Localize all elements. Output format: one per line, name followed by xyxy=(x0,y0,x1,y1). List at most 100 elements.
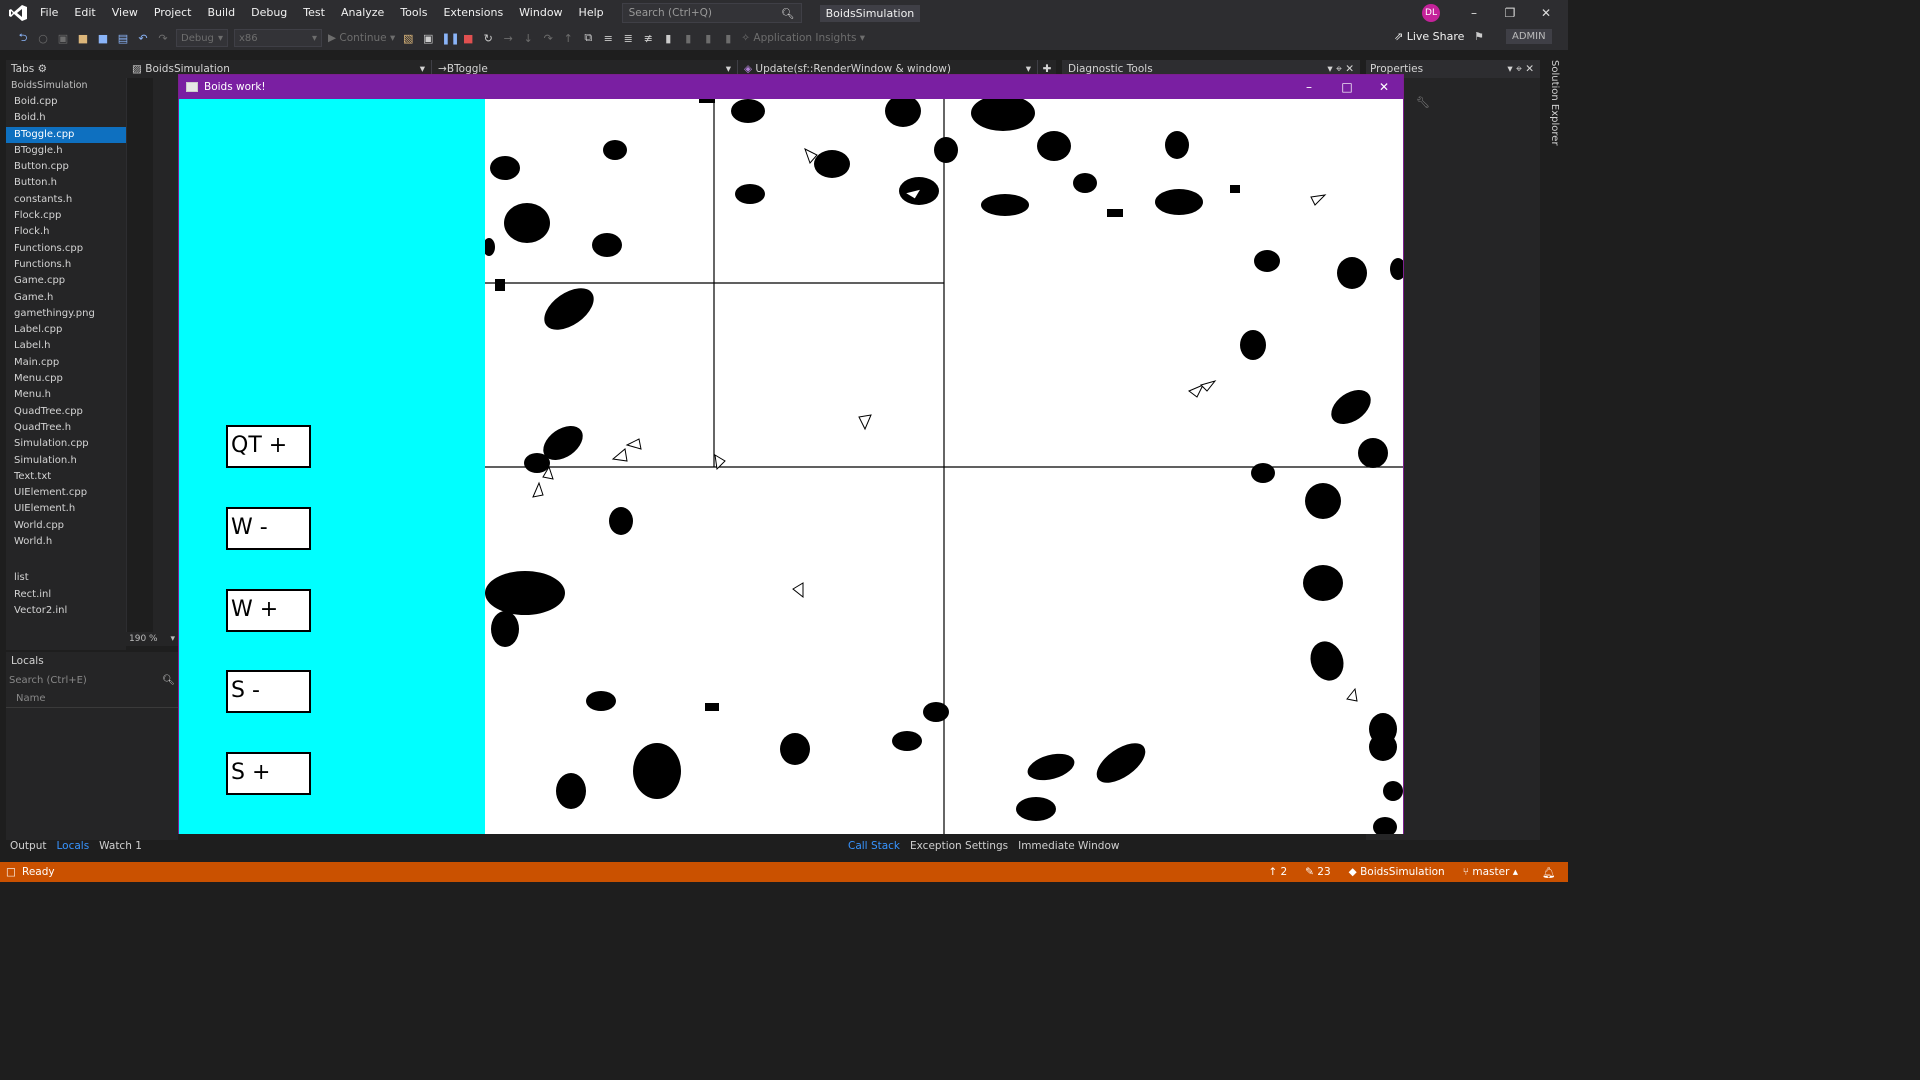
prev-bookmark-icon[interactable]: ▮ xyxy=(681,32,695,45)
file-item[interactable]: Flock.h xyxy=(6,224,126,240)
menu-analyze[interactable]: Analyze xyxy=(333,0,392,26)
solution-explorer-tab[interactable]: Solution Explorer xyxy=(1545,60,1563,150)
pause-icon[interactable]: ❚❚ xyxy=(441,32,459,45)
menu-file[interactable]: File xyxy=(32,0,66,26)
maximize-icon[interactable]: □ xyxy=(1329,75,1365,99)
file-item[interactable]: Boid.cpp xyxy=(6,94,126,110)
show-next-statement-icon[interactable]: → xyxy=(501,32,515,45)
menu-debug[interactable]: Debug xyxy=(243,0,295,26)
file-item[interactable]: Main.cpp xyxy=(6,355,126,371)
bottom-tab-output[interactable]: Output xyxy=(10,840,46,856)
uncomment-icon[interactable]: ≢ xyxy=(641,32,655,45)
notification-bell-icon[interactable]: 🔔︎ xyxy=(1542,866,1555,879)
user-avatar[interactable]: DL xyxy=(1422,4,1440,22)
external-file-item[interactable]: Rect.inl xyxy=(6,587,126,603)
redo-icon[interactable]: ↷ xyxy=(156,32,170,45)
step-into-icon[interactable]: ↓ xyxy=(521,32,535,45)
menu-project[interactable]: Project xyxy=(146,0,200,26)
file-item[interactable]: UIElement.h xyxy=(6,501,126,517)
external-file-item[interactable]: Vector2.inl xyxy=(6,603,126,619)
bottom-tab-watch-1[interactable]: Watch 1 xyxy=(99,840,142,856)
new-item-icon[interactable]: ▣ xyxy=(56,32,70,45)
wrench-icon[interactable]: 🔧︎ xyxy=(1416,96,1430,109)
file-item[interactable]: Game.h xyxy=(6,290,126,306)
speed-decrease-button[interactable]: S - xyxy=(226,670,311,713)
quadtree-increase-button[interactable]: QT + xyxy=(226,425,311,468)
file-item[interactable]: Label.h xyxy=(6,338,126,354)
search-input[interactable]: Search (Ctrl+Q) 🔍︎ xyxy=(621,3,802,23)
file-item[interactable]: Boid.h xyxy=(6,110,126,126)
locals-search-input[interactable]: Search (Ctrl+E) 🔍︎ xyxy=(6,672,178,690)
file-item[interactable]: Simulation.h xyxy=(6,453,126,469)
bottom-tab-locals[interactable]: Locals xyxy=(56,840,89,856)
file-item[interactable]: Button.cpp xyxy=(6,159,126,175)
bottom-tab-call-stack[interactable]: Call Stack xyxy=(848,840,900,856)
bookmark-icon[interactable]: ▮ xyxy=(661,32,675,45)
stop-icon[interactable]: ■ xyxy=(461,32,475,45)
menu-edit[interactable]: Edit xyxy=(66,0,103,26)
game-window-titlebar[interactable]: Boids work! – □ ✕ xyxy=(179,75,1403,99)
close-icon[interactable]: ✕ xyxy=(1366,75,1402,99)
weight-increase-button[interactable]: W + xyxy=(226,589,311,632)
zoom-dropdown[interactable]: 190 % ▾ xyxy=(126,632,178,646)
locals-name-column[interactable]: Name xyxy=(6,690,178,708)
menu-build[interactable]: Build xyxy=(199,0,243,26)
external-file-item[interactable]: list xyxy=(6,570,126,586)
file-item[interactable]: World.h xyxy=(6,534,126,550)
menu-window[interactable]: Window xyxy=(511,0,570,26)
menu-test[interactable]: Test xyxy=(295,0,333,26)
menu-help[interactable]: Help xyxy=(571,0,612,26)
restart-icon[interactable]: ↻ xyxy=(481,32,495,45)
close-icon[interactable]: ✕ xyxy=(1528,0,1564,26)
weight-decrease-button[interactable]: W - xyxy=(226,507,311,550)
branch-indicator[interactable]: ⑂ master ▴ xyxy=(1463,866,1518,878)
boids-game-window[interactable]: Boids work! – □ ✕ QT + W - W + S - S + xyxy=(178,74,1404,834)
menu-view[interactable]: View xyxy=(104,0,146,26)
file-item[interactable]: Text.txt xyxy=(6,469,126,485)
minimize-icon[interactable]: – xyxy=(1456,0,1492,26)
menu-extensions[interactable]: Extensions xyxy=(435,0,511,26)
file-item[interactable]: Menu.cpp xyxy=(6,371,126,387)
clear-bookmarks-icon[interactable]: ▮ xyxy=(721,32,735,45)
file-item[interactable]: Menu.h xyxy=(6,387,126,403)
file-item[interactable]: QuadTree.cpp xyxy=(6,404,126,420)
repo-indicator[interactable]: ◆ BoidsSimulation xyxy=(1349,866,1445,878)
save-all-icon[interactable]: ▤ xyxy=(116,32,130,45)
file-item[interactable]: Button.h xyxy=(6,175,126,191)
open-folder-icon[interactable]: ■ xyxy=(76,32,90,45)
simulation-canvas[interactable] xyxy=(485,99,1403,834)
hot-reload-icon[interactable]: ⧉ xyxy=(581,31,595,45)
admin-badge[interactable]: ADMIN xyxy=(1506,29,1552,44)
comment-icon[interactable]: ≣ xyxy=(621,32,635,45)
file-item[interactable]: Simulation.cpp xyxy=(6,436,126,452)
file-item[interactable]: QuadTree.h xyxy=(6,420,126,436)
project-node[interactable]: BoidsSimulation xyxy=(6,78,126,94)
save-icon[interactable]: ■ xyxy=(96,32,110,45)
file-item[interactable]: gamethingy.png xyxy=(6,306,126,322)
step-over-icon[interactable]: ↷ xyxy=(541,32,555,45)
next-bookmark-icon[interactable]: ▮ xyxy=(701,32,715,45)
file-item[interactable]: World.cpp xyxy=(6,518,126,534)
pin-close-icons[interactable]: ▾ ⌖ ✕ xyxy=(1507,60,1534,78)
configuration-dropdown[interactable]: Debug ▾ xyxy=(176,29,228,47)
file-item[interactable]: Functions.h xyxy=(6,257,126,273)
bottom-tab-exception-settings[interactable]: Exception Settings xyxy=(910,840,1008,856)
step-out-icon[interactable]: ↑ xyxy=(561,32,575,45)
bottom-tab-immediate-window[interactable]: Immediate Window xyxy=(1018,840,1119,856)
speed-increase-button[interactable]: S + xyxy=(226,752,311,795)
file-item[interactable]: Flock.cpp xyxy=(6,208,126,224)
menu-tools[interactable]: Tools xyxy=(392,0,435,26)
application-insights-button[interactable]: ✧ Application Insights ▾ xyxy=(741,32,865,44)
continue-button[interactable]: ▶ Continue ▾ xyxy=(328,32,395,44)
back-icon[interactable]: ⮌ xyxy=(16,29,30,48)
changes-indicator[interactable]: ✎ 23 xyxy=(1305,866,1331,878)
process-icon[interactable]: ▧ xyxy=(401,32,415,45)
file-item[interactable]: Label.cpp xyxy=(6,322,126,338)
undo-icon[interactable]: ↶ xyxy=(136,32,150,45)
forward-icon[interactable]: ○ xyxy=(36,32,50,45)
feedback-icon[interactable]: ⚑ xyxy=(1474,30,1484,43)
file-item[interactable]: BToggle.h xyxy=(6,143,126,159)
restore-icon[interactable]: ❐ xyxy=(1492,0,1528,26)
gear-icon[interactable]: ⚙ xyxy=(38,63,47,75)
file-item[interactable]: UIElement.cpp xyxy=(6,485,126,501)
